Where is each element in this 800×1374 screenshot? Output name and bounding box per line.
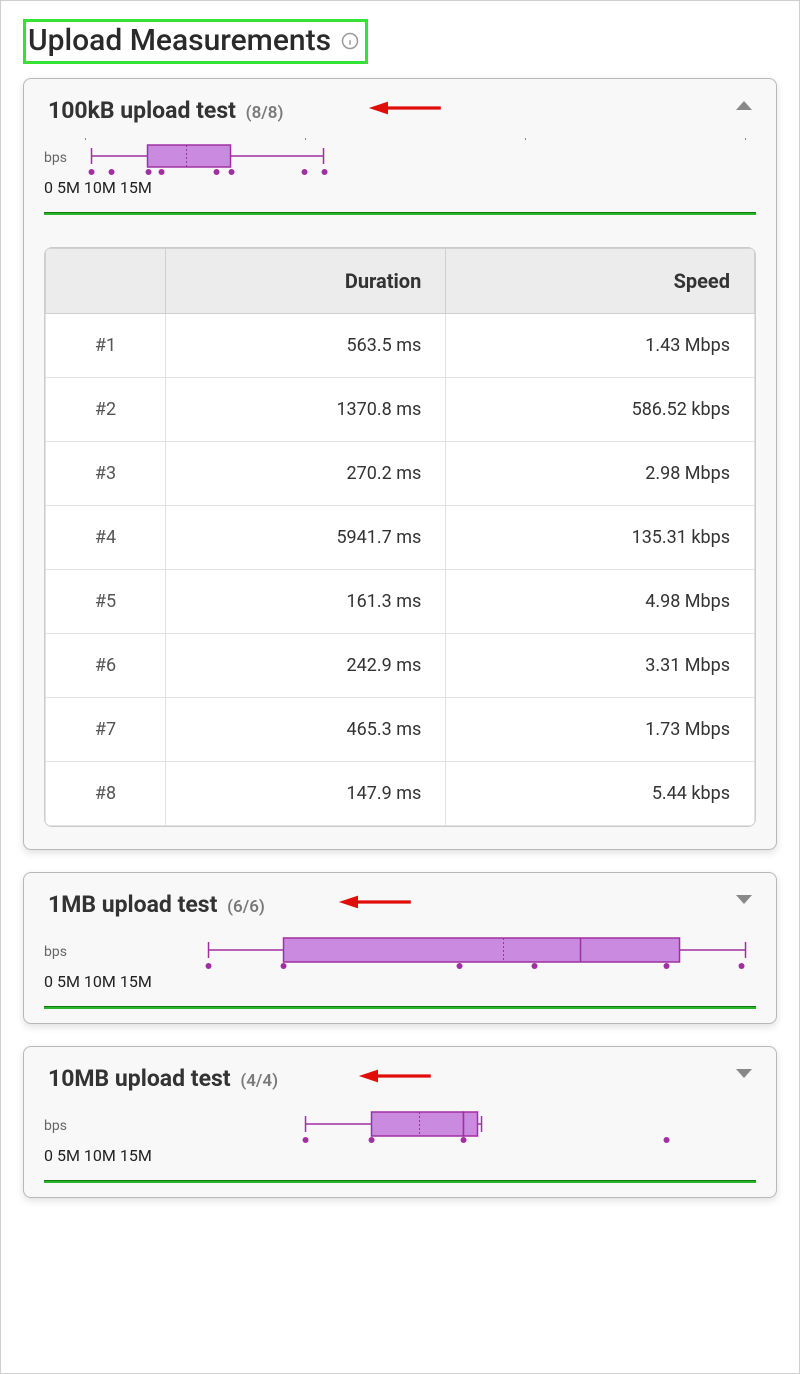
table-row: #8147.9 ms5.44 kbps [46,762,755,826]
panel-1mb: 1MB upload test (6/6) bps [23,872,777,1024]
panel-10mb: 10MB upload test (4/4) bps [23,1046,777,1198]
annotation-arrow-icon [354,1065,434,1087]
chevron-down-icon [736,1069,752,1078]
boxplot-svg [75,932,756,972]
table-row: #1563.5 ms1.43 Mbps [46,314,755,378]
annotation-arrow-icon [364,97,444,119]
panel-header-100kb[interactable]: 100kB upload test (8/8) [24,79,776,124]
table-row: #5161.3 ms4.98 Mbps [46,570,755,634]
panel-100kb: 100kB upload test (8/8) bps [23,78,777,850]
axis-labels: 0 5M 10M 15M [44,972,756,992]
divider [44,212,756,215]
boxplot-10mb: bps 0 [24,1092,776,1176]
panel-title: 100kB upload test [48,97,236,124]
axis-unit-label: bps [44,1118,67,1134]
divider [44,1006,756,1009]
panel-title: 10MB upload test [48,1065,231,1092]
col-speed: Speed [446,249,755,314]
upload-measurements-card: Upload Measurements 100kB upload test (8… [0,0,800,1374]
axis-unit-label: bps [44,944,67,960]
boxplot-svg [75,1106,756,1146]
table-header-row: Duration Speed [46,249,755,314]
results-table-100kb: Duration Speed #1563.5 ms1.43 Mbps #2137… [44,247,756,827]
axis-labels: 0 5M 10M 15M [44,1146,756,1166]
boxplot-100kb: bps [24,124,776,208]
axis-labels: 0 5M 10M 15M [44,178,756,198]
panel-count: (8/8) [246,103,284,123]
chevron-up-icon [736,101,752,110]
panel-header-10mb[interactable]: 10MB upload test (4/4) [24,1047,776,1092]
panel-count: (4/4) [240,1071,278,1091]
table-row: #7465.3 ms1.73 Mbps [46,698,755,762]
panel-title: 1MB upload test [48,891,217,918]
divider [44,1180,756,1183]
section-title: Upload Measurements [28,23,331,58]
table-row: #3270.2 ms2.98 Mbps [46,442,755,506]
info-icon[interactable] [341,32,359,50]
col-index [46,249,166,314]
section-title-highlight: Upload Measurements [23,19,368,64]
panel-header-1mb[interactable]: 1MB upload test (6/6) [24,873,776,918]
chevron-down-icon [736,895,752,904]
boxplot-1mb: bps [24,918,776,1002]
panel-count: (6/6) [227,897,265,917]
axis-unit-label: bps [44,150,67,166]
table-row: #21370.8 ms586.52 kbps [46,378,755,442]
table-row: #45941.7 ms135.31 kbps [46,506,755,570]
boxplot-svg [75,138,756,178]
col-duration: Duration [166,249,446,314]
annotation-arrow-icon [334,891,414,913]
table-row: #6242.9 ms3.31 Mbps [46,634,755,698]
